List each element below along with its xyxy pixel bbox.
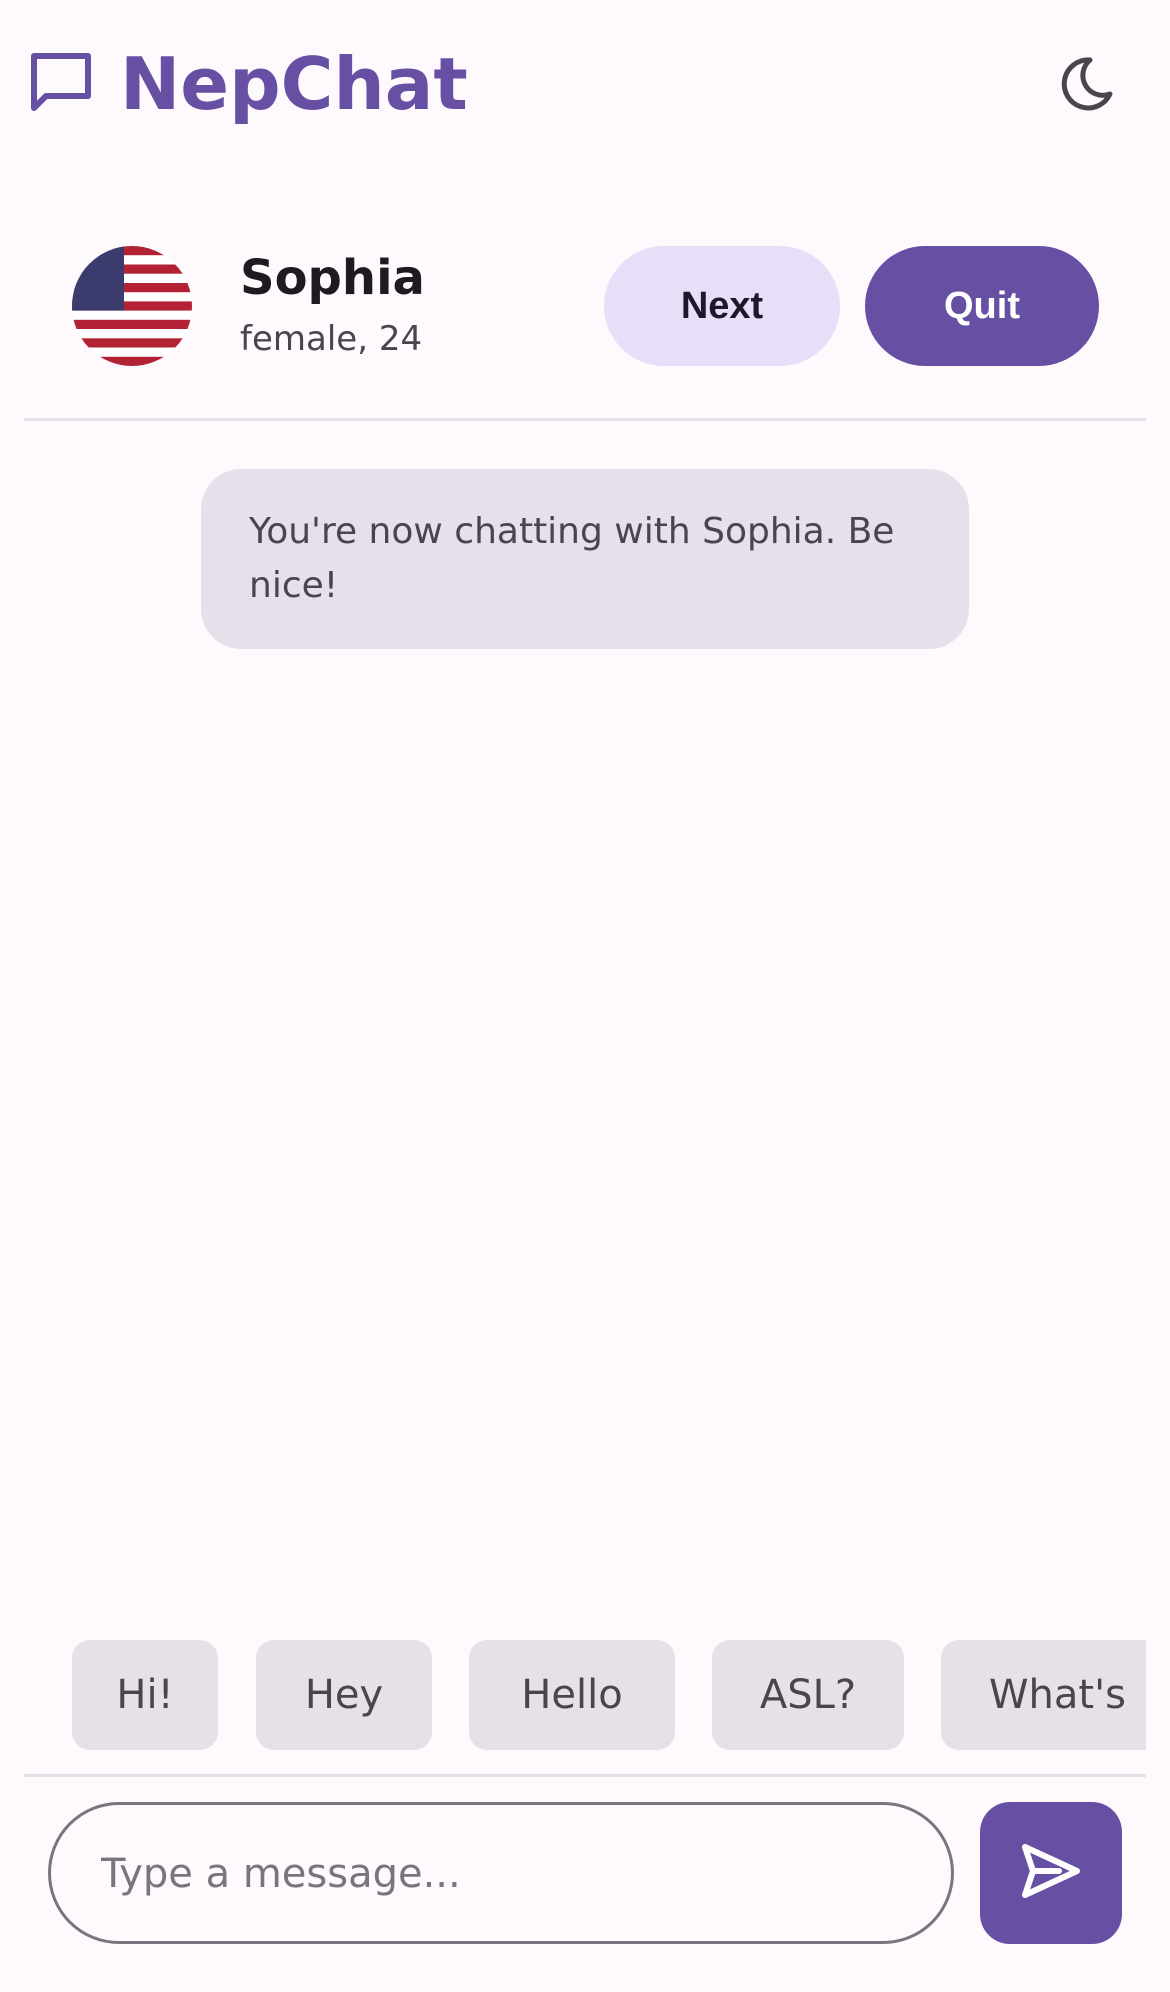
quick-reply-chip[interactable]: Hi! [72, 1640, 218, 1750]
partner-bar: Sophia female, 24 Next Quit [24, 230, 1146, 421]
system-message: You're now chatting with Sophia. Be nice… [201, 469, 969, 649]
quick-reply-chip[interactable]: Hey [256, 1640, 432, 1750]
message-input[interactable] [99, 1805, 923, 1943]
composer-divider [24, 1774, 1146, 1777]
send-icon [1019, 1839, 1083, 1907]
chat-screen: NepChat Sophia female, 24 Next Quit You'… [0, 0, 1170, 1992]
quit-button[interactable]: Quit [865, 246, 1099, 366]
app-header: NepChat [0, 0, 1170, 170]
quick-reply-chip[interactable]: Hello [469, 1640, 675, 1750]
app-title: NepChat [120, 42, 468, 126]
partner-name: Sophia [240, 250, 425, 306]
quick-replies: Hi! Hey Hello ASL? What's [24, 1640, 1146, 1752]
next-button[interactable]: Next [604, 246, 840, 366]
quick-reply-chip[interactable]: ASL? [712, 1640, 904, 1750]
theme-toggle-button[interactable] [1050, 50, 1122, 122]
moon-icon [1056, 54, 1116, 118]
message-field[interactable] [48, 1802, 954, 1944]
quick-reply-chip[interactable]: What's [941, 1640, 1146, 1750]
us-flag-icon [72, 246, 192, 366]
partner-details: female, 24 [240, 319, 423, 359]
send-button[interactable] [980, 1802, 1122, 1944]
chat-bubble-icon [28, 50, 94, 116]
